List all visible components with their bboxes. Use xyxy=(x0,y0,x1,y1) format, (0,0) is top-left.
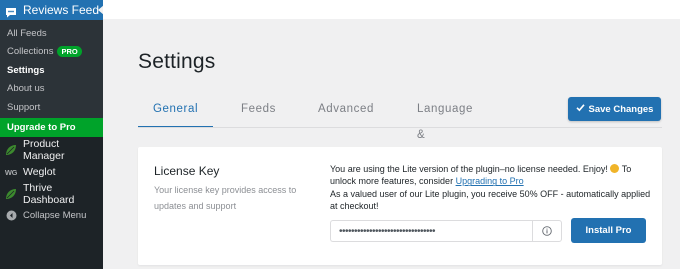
collapse-icon xyxy=(5,209,17,221)
lite-version-notice: You are using the Lite version of the pl… xyxy=(330,164,651,211)
weglot-logo: WG xyxy=(4,167,18,177)
sidebar-item-product-manager[interactable]: Product Manager xyxy=(0,138,103,162)
tab-general[interactable]: General xyxy=(153,96,198,124)
sidebar-item-weglot[interactable]: WG Weglot xyxy=(0,161,103,183)
submenu-item-all-feeds[interactable]: All Feeds xyxy=(0,24,103,43)
submenu-item-label: Settings xyxy=(7,64,45,76)
speech-bubble-icon xyxy=(5,5,17,17)
submenu-item-support[interactable]: Support xyxy=(0,98,103,117)
submenu-item-settings[interactable]: Settings xyxy=(0,61,103,80)
submenu-item-label: Upgrade to Pro xyxy=(7,121,76,133)
leaf-icon xyxy=(5,188,17,200)
save-changes-button[interactable]: Save Changes xyxy=(568,97,661,121)
license-key-card: License Key Your license key provides ac… xyxy=(138,147,662,265)
sidebar-header-label: Reviews Feed xyxy=(23,3,100,17)
top-bar xyxy=(103,0,680,19)
submenu-item-label: About us xyxy=(7,83,45,95)
tabs-divider xyxy=(138,127,662,128)
info-icon[interactable] xyxy=(532,220,562,242)
install-pro-button[interactable]: Install Pro xyxy=(571,218,646,243)
submenu-item-collections[interactable]: Collections PRO xyxy=(0,43,103,62)
page-title: Settings xyxy=(138,50,216,73)
sidebar-item-reviews-feed[interactable]: Reviews Feed xyxy=(0,0,104,20)
collapse-menu-button[interactable]: Collapse Menu xyxy=(0,204,103,226)
submenu-item-label: Collections xyxy=(7,46,54,58)
admin-sidebar: Reviews Feed All Feeds Collections PRO S… xyxy=(0,0,104,269)
submenu-item-upgrade-to-pro[interactable]: Upgrade to Pro xyxy=(0,117,103,137)
collapse-menu-label: Collapse Menu xyxy=(23,209,87,221)
license-key-title: License Key xyxy=(154,164,220,178)
license-key-input[interactable] xyxy=(330,220,532,242)
tab-advanced[interactable]: Advanced xyxy=(318,96,374,124)
tab-language-translation[interactable]: Language & Translation xyxy=(417,96,480,167)
tab-feeds[interactable]: Feeds xyxy=(241,96,276,124)
leaf-icon xyxy=(5,144,17,156)
sidebar-item-label: Weglot xyxy=(23,166,56,178)
upgrading-to-pro-link[interactable]: Upgrading to Pro xyxy=(456,176,524,186)
save-changes-label: Save Changes xyxy=(588,103,654,115)
reviews-feed-submenu: All Feeds Collections PRO Settings About… xyxy=(0,20,103,137)
submenu-item-about-us[interactable]: About us xyxy=(0,80,103,99)
submenu-item-label: All Feeds xyxy=(7,27,47,39)
submenu-item-label: Support xyxy=(7,101,41,113)
smiley-icon xyxy=(610,164,620,173)
pro-badge: PRO xyxy=(57,46,82,58)
checkmark-icon xyxy=(575,103,585,115)
license-key-description: Your license key provides access to upda… xyxy=(154,185,297,211)
sidebar-item-label: Product Manager xyxy=(23,138,65,162)
sidebar-item-thrive-dashboard[interactable]: Thrive Dashboard xyxy=(0,182,103,206)
sidebar-item-label: Thrive Dashboard xyxy=(23,182,75,206)
